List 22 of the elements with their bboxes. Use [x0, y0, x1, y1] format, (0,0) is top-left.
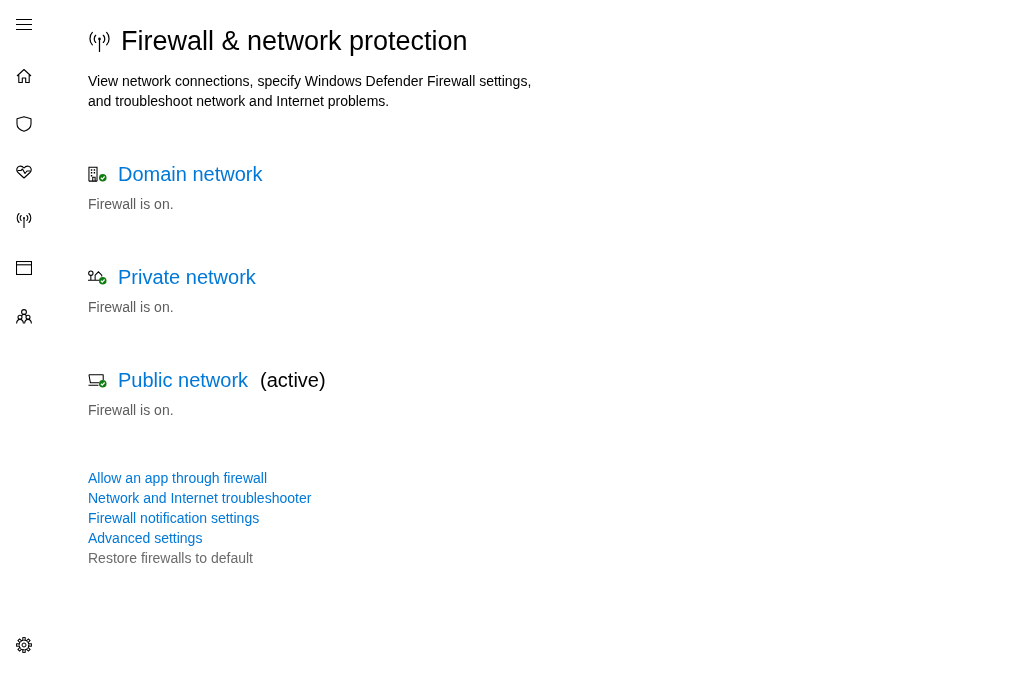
- page-title: Firewall & network protection: [121, 25, 468, 58]
- antenna-icon[interactable]: [16, 212, 32, 228]
- antenna-icon: [88, 30, 111, 52]
- text-link[interactable]: Allow an app through firewall: [88, 468, 267, 488]
- active-label: (active): [260, 368, 326, 393]
- status-text: Firewall is on.: [88, 298, 174, 317]
- text-link[interactable]: Advanced settings: [88, 528, 203, 548]
- heart-pulse-icon[interactable]: [16, 165, 32, 179]
- text-link[interactable]: Firewall notification settings: [88, 508, 260, 528]
- people-icon[interactable]: [16, 308, 32, 324]
- menu-icon[interactable]: [16, 18, 32, 30]
- status-text: Firewall is on.: [88, 195, 174, 214]
- status-text: Firewall is on.: [88, 401, 174, 420]
- description-text: View network connections, specify Windows Defender Firewall settings, and troubleshoot network and Internet problems.: [88, 72, 533, 111]
- network-link[interactable]: Public network: [118, 366, 249, 394]
- network-link[interactable]: Domain network: [118, 160, 263, 188]
- shield-icon[interactable]: [16, 116, 32, 132]
- settings-icon[interactable]: [16, 637, 32, 653]
- browser-window-icon[interactable]: [16, 261, 32, 275]
- text-link[interactable]: Network and Internet troubleshooter: [88, 488, 312, 508]
- home-icon[interactable]: [16, 68, 32, 84]
- network-link[interactable]: Private network: [118, 263, 256, 291]
